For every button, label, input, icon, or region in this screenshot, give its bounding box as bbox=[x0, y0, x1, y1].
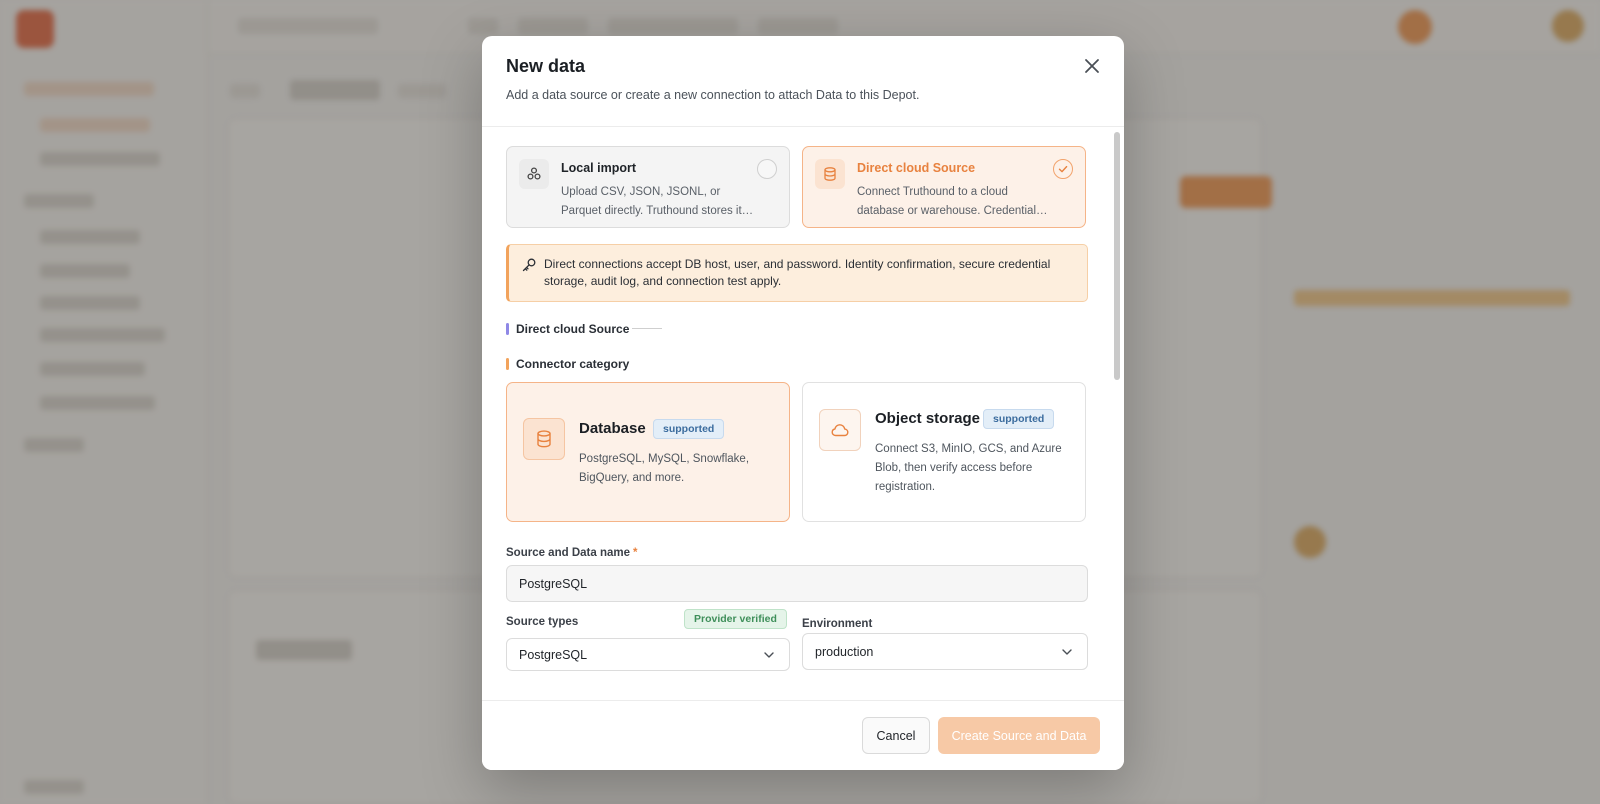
option-radio-checked[interactable] bbox=[1053, 159, 1073, 179]
connector-description: PostgreSQL, MySQL, Snowflake, BigQuery, … bbox=[579, 453, 750, 484]
dialog-header: New data Add a data source or create a n… bbox=[482, 36, 1124, 127]
notice-text: Direct connections accept DB host, user,… bbox=[544, 257, 1051, 288]
cloud-icon bbox=[819, 409, 861, 451]
local-import-option[interactable]: Local import Upload CSV, JSON, JSONL, or… bbox=[506, 146, 790, 228]
provider-verified-badge: Provider verified bbox=[684, 609, 787, 629]
database-icon bbox=[523, 418, 565, 460]
cancel-button[interactable]: Cancel bbox=[862, 717, 930, 754]
source-types-value: PostgreSQL bbox=[519, 647, 588, 662]
source-types-select[interactable]: PostgreSQL bbox=[506, 638, 790, 671]
close-icon[interactable] bbox=[1080, 54, 1104, 78]
dialog-footer: Cancel Create Source and Data bbox=[482, 700, 1124, 770]
close-button[interactable] bbox=[1080, 54, 1104, 78]
option-description: Upload CSV, JSON, JSONL, or Parquet dire… bbox=[561, 186, 754, 217]
connector-title: Object storage bbox=[875, 410, 981, 427]
connector-description: Connect S3, MinIO, GCS, and Azure Blob, … bbox=[875, 443, 1062, 493]
section-connector-category: Connector category bbox=[506, 357, 629, 371]
new-data-dialog: New data Add a data source or create a n… bbox=[482, 36, 1124, 770]
option-radio[interactable] bbox=[757, 159, 777, 179]
option-title: Direct cloud Source bbox=[857, 161, 976, 175]
environment-label: Environment bbox=[802, 618, 873, 630]
section-divider bbox=[632, 328, 662, 329]
key-icon bbox=[522, 258, 536, 272]
environment-select[interactable]: production bbox=[802, 633, 1088, 670]
required-marker: * bbox=[632, 547, 638, 559]
source-name-input[interactable]: PostgreSQL bbox=[506, 565, 1088, 602]
supported-badge: supported bbox=[653, 419, 725, 439]
cluster-icon bbox=[519, 159, 549, 189]
scrollbar[interactable] bbox=[1114, 132, 1120, 380]
check-icon bbox=[1058, 165, 1068, 173]
supported-badge: supported bbox=[983, 409, 1055, 429]
dialog-title: New data bbox=[506, 56, 586, 76]
chevron-down-icon bbox=[1062, 648, 1072, 655]
source-types-label: Source types bbox=[506, 616, 579, 628]
section-direct-cloud-source: Direct cloud Source bbox=[506, 322, 629, 336]
option-description: Connect Truthound to a cloud database or… bbox=[857, 186, 1048, 217]
connector-database-card[interactable]: Database supported PostgreSQL, MySQL, Sn… bbox=[506, 382, 790, 522]
chevron-down-icon bbox=[764, 651, 774, 658]
source-name-label: Source and Data name * bbox=[506, 547, 638, 559]
direct-cloud-source-option[interactable]: Direct cloud Source Connect Truthound to… bbox=[802, 146, 1086, 228]
credentials-notice: Direct connections accept DB host, user,… bbox=[506, 244, 1088, 302]
dialog-subtitle: Add a data source or create a new connec… bbox=[506, 88, 920, 102]
create-source-button[interactable]: Create Source and Data bbox=[938, 717, 1100, 754]
database-icon bbox=[815, 159, 845, 189]
dialog-body: Local import Upload CSV, JSON, JSONL, or… bbox=[482, 128, 1124, 700]
connector-object-storage-card[interactable]: Object storage supported Connect S3, Min… bbox=[802, 382, 1086, 522]
option-title: Local import bbox=[561, 161, 637, 175]
environment-value: production bbox=[815, 644, 874, 659]
connector-title: Database bbox=[579, 420, 646, 437]
